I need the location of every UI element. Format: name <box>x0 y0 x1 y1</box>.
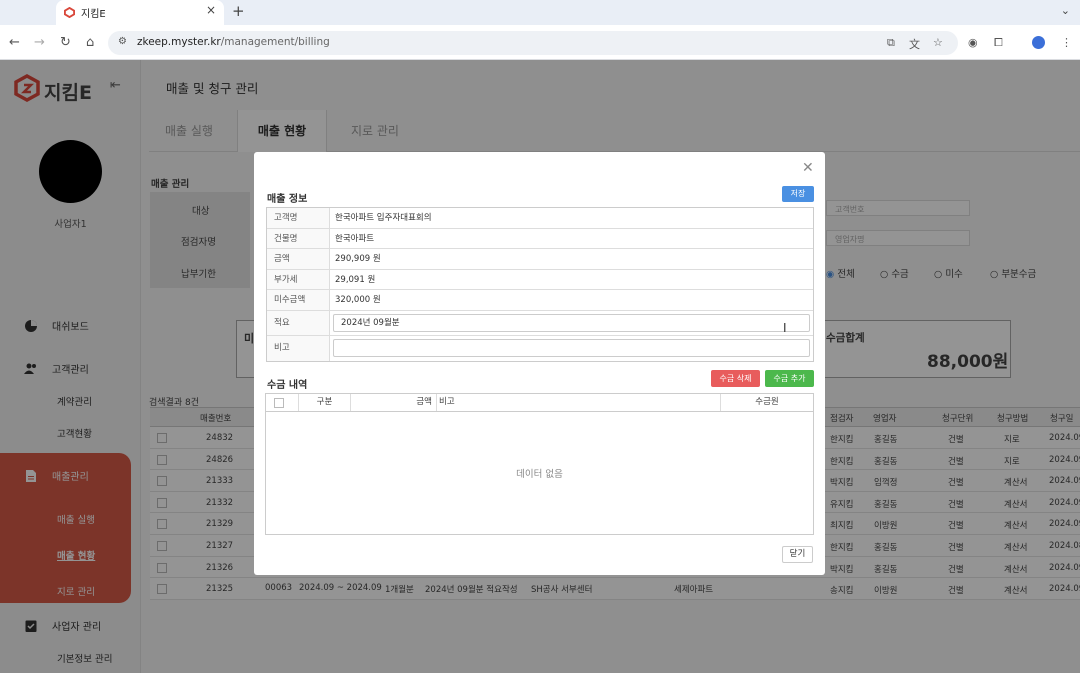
info-label: 금액 <box>267 249 330 269</box>
info-row: 금액 290,909 원 <box>267 249 813 270</box>
home-icon[interactable]: ⌂ <box>86 35 94 50</box>
info-row: 고객명 한국아파트 입주자대표회의 <box>267 208 813 229</box>
tab-title: 지킴E <box>81 9 106 20</box>
info-label: 고객명 <box>267 208 330 228</box>
table-header: 구분 금액 비고 수금원 <box>266 394 813 412</box>
reload-icon[interactable]: ↻ <box>60 35 71 50</box>
info-row: 부가세 29,091 원 <box>267 269 813 290</box>
screenshot-icon[interactable]: ◉ <box>968 36 978 49</box>
url-text: zkeep.myster.kr/management/billing <box>137 36 330 48</box>
column-header: 금액 <box>351 394 437 411</box>
forward-icon[interactable]: → <box>34 35 45 50</box>
collection-history-table: 구분 금액 비고 수금원 데이터 없음 <box>265 393 814 535</box>
text-cursor-icon: I <box>783 321 787 335</box>
info-row: 비고 <box>267 335 813 361</box>
info-label: 비고 <box>267 335 330 361</box>
address-bar[interactable]: ⚙ zkeep.myster.kr/management/billing <box>108 31 958 55</box>
add-collection-button[interactable]: 수금 추가 <box>765 370 814 387</box>
tab-search-icon[interactable]: ⌄ <box>1061 4 1070 17</box>
sales-info-table: 고객명 한국아파트 입주자대표회의 건물명 한국아파트 금액 290,909 원 부가… <box>266 207 814 362</box>
select-all-checkbox[interactable] <box>274 398 284 408</box>
memo-input[interactable]: 2024년 09월분 <box>333 313 810 332</box>
modal-section-title: 수금 내역 <box>267 380 308 391</box>
delete-collection-button[interactable]: 수금 삭제 <box>711 370 760 387</box>
open-in-icon[interactable]: ⧉ <box>887 36 895 50</box>
checkbox-cell <box>266 394 299 411</box>
modal-section-title: 매출 정보 <box>267 194 308 205</box>
close-icon[interactable]: ✕ <box>802 160 814 176</box>
new-tab-icon[interactable]: + <box>232 2 245 20</box>
info-value: 한국아파트 입주자대표회의 <box>335 213 432 223</box>
empty-state: 데이터 없음 <box>516 469 563 480</box>
profile-icon[interactable] <box>1032 36 1045 49</box>
save-button[interactable]: 저장 <box>782 186 814 202</box>
extensions-icon[interactable]: ⧠ <box>994 36 1003 50</box>
info-row: 적요 2024년 09월분 <box>267 310 813 336</box>
info-value: 29,091 원 <box>335 274 376 285</box>
translate-icon[interactable]: 文 <box>909 36 920 52</box>
note-input[interactable] <box>333 338 810 357</box>
favicon-icon <box>64 7 75 18</box>
close-button[interactable]: 닫기 <box>782 546 813 563</box>
info-row: 건물명 한국아파트 <box>267 228 813 249</box>
column-header: 수금원 <box>755 397 779 407</box>
info-value: 290,909 원 <box>335 254 381 264</box>
browser-menu-icon[interactable]: ⋮ <box>1061 36 1072 49</box>
bookmark-star-icon[interactable]: ☆ <box>933 36 943 49</box>
info-label: 건물명 <box>267 228 330 248</box>
column-header: 비고 <box>437 394 721 411</box>
info-value: 320,000 원 <box>335 295 381 305</box>
site-info-icon[interactable]: ⚙ <box>118 36 127 47</box>
info-value: 한국아파트 <box>335 233 375 244</box>
back-icon[interactable]: ← <box>9 35 20 50</box>
column-header: 구분 <box>299 394 351 411</box>
tab-close-icon[interactable]: × <box>206 3 216 17</box>
info-label: 적요 <box>267 310 330 335</box>
browser-tab[interactable]: 지킴E × <box>56 0 224 25</box>
info-label: 미수금액 <box>267 290 330 310</box>
info-label: 부가세 <box>267 269 330 289</box>
info-row: 미수금액 320,000 원 <box>267 290 813 311</box>
